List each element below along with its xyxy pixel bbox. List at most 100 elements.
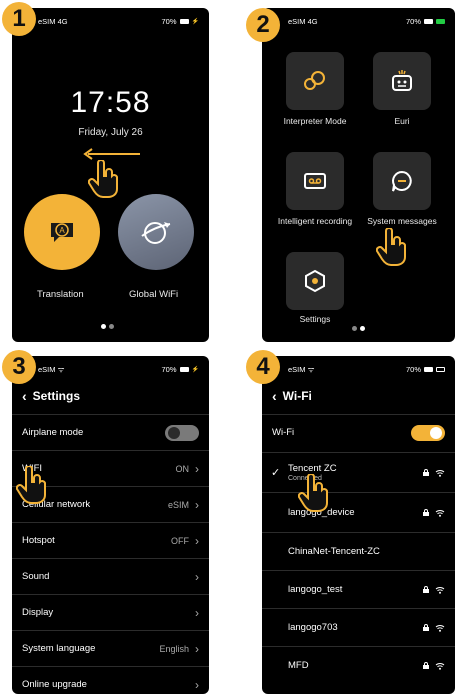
wifi-signal-icon <box>435 624 445 632</box>
pointing-hand-icon <box>16 466 46 504</box>
toggle-knob <box>430 426 442 439</box>
page-indicator <box>352 326 365 331</box>
chevron-right-icon: › <box>195 497 199 512</box>
intelligent-recording-app[interactable] <box>286 152 344 210</box>
network-name: langogo_test <box>288 584 343 595</box>
page-dot <box>109 324 114 329</box>
battery-icon <box>424 19 433 24</box>
settings-row-system-language[interactable]: System language English › <box>12 630 209 666</box>
wifi-network-row[interactable]: langogo_device <box>262 492 455 532</box>
app-label-euri: Euri <box>394 116 410 126</box>
settings-row-hotspot[interactable]: Hotspot OFF › <box>12 522 209 558</box>
chevron-right-icon: › <box>195 533 199 548</box>
wifi-header: ‹ Wi-Fi <box>272 388 312 404</box>
euri-app[interactable] <box>373 52 431 110</box>
settings-row-airplane-mode[interactable]: Airplane mode <box>12 414 209 450</box>
app-label-interpreter: Interpreter Mode <box>283 116 347 126</box>
swipe-left-arrow-icon <box>83 148 140 160</box>
page-indicator <box>101 324 114 329</box>
app-label-settings: Settings <box>299 314 331 324</box>
chevron-right-icon: › <box>195 605 199 620</box>
back-chevron-icon[interactable]: ‹ <box>22 388 27 404</box>
app-label-translation: Translation <box>37 289 84 300</box>
network-icons <box>423 509 445 517</box>
message-icon <box>392 170 412 192</box>
translation-app-button[interactable]: A <box>24 194 100 270</box>
lock-icon <box>423 469 429 476</box>
home-screen-panel: eSIM 4G 70% ⚡ 17:58 Friday, July 26 A Tr… <box>12 8 209 342</box>
interpreter-icon <box>304 71 325 90</box>
interpreter-mode-app[interactable] <box>286 52 344 110</box>
status-bar: eSIM ᯤ 70% <box>262 356 455 378</box>
battery-icon <box>424 367 433 372</box>
battery-percent: 70% <box>161 365 177 374</box>
row-label: Display <box>22 607 54 618</box>
network-name: langogo_device <box>288 507 355 518</box>
wifi-status-icon: ᯤ <box>57 365 65 374</box>
toggle-knob <box>168 426 180 439</box>
settings-row-sound[interactable]: Sound › <box>12 558 209 594</box>
status-bar: eSIM 4G 70% <box>262 8 455 30</box>
network-name: langogo703 <box>288 622 338 633</box>
battery-percent: 70% <box>161 17 177 26</box>
wifi-signal-icon <box>435 662 445 670</box>
network-status: eSIM ᯤ <box>288 365 314 375</box>
wifi-network-row[interactable]: ✓ Tencent ZC Connected <box>262 452 455 492</box>
global-wifi-app-button[interactable] <box>118 194 194 270</box>
step-number-1: 1 <box>2 2 36 36</box>
wifi-panel: eSIM ᯤ 70% ‹ Wi-Fi Wi-Fi ✓ Tencent ZC Co… <box>262 356 455 694</box>
row-label: Online upgrade <box>22 679 87 690</box>
wifi-toggle[interactable] <box>411 424 445 441</box>
wifi-signal-icon <box>435 586 445 594</box>
charging-battery-icon <box>436 19 445 24</box>
network-icons <box>423 662 445 670</box>
settings-row-display[interactable]: Display › <box>12 594 209 630</box>
step-number-2: 2 <box>246 8 280 42</box>
chevron-right-icon: › <box>195 569 199 584</box>
robot-icon <box>392 70 412 91</box>
checkmark-icon: ✓ <box>271 467 281 479</box>
chevron-right-icon: › <box>195 641 199 656</box>
lock-icon <box>423 662 429 669</box>
page-dot-active <box>101 324 106 329</box>
row-label: Sound <box>22 571 50 582</box>
settings-app[interactable] <box>286 252 344 310</box>
page-dot <box>352 326 357 331</box>
wifi-status-icon: ᯤ <box>307 365 315 374</box>
network-name: MFD <box>288 660 309 671</box>
network-status: eSIM ᯤ <box>38 365 64 375</box>
wifi-network-row[interactable]: langogo_test <box>262 570 455 608</box>
row-value: eSIM <box>167 499 189 510</box>
charging-icon: ⚡ <box>191 367 199 373</box>
row-label: System language <box>22 643 96 654</box>
airplane-mode-toggle[interactable] <box>165 424 199 441</box>
translation-bubble-icon: A <box>51 223 73 242</box>
wifi-network-row[interactable]: MFD <box>262 646 455 684</box>
row-label: Wi-Fi <box>272 427 295 438</box>
row-value: English <box>159 643 189 654</box>
network-label: eSIM <box>288 365 306 374</box>
lock-icon <box>423 509 429 516</box>
back-chevron-icon[interactable]: ‹ <box>272 388 277 404</box>
lock-icon <box>423 586 429 593</box>
pointing-hand-icon <box>298 474 328 512</box>
wifi-toggle-row[interactable]: Wi-Fi <box>262 414 455 450</box>
battery-icon <box>179 19 189 24</box>
row-label: Airplane mode <box>22 427 84 438</box>
wifi-signal-icon <box>435 469 445 477</box>
settings-header: ‹ Settings <box>22 388 80 404</box>
network-name: ChinaNet-Tencent-ZC <box>288 546 380 557</box>
network-name: Tencent ZC <box>288 463 337 474</box>
clock-time: 17:58 <box>70 86 151 119</box>
network-icons <box>423 624 445 632</box>
settings-panel: eSIM ᯤ 70% ⚡ ‹ Settings Airplane mode WI… <box>12 356 209 694</box>
wifi-network-row[interactable]: ChinaNet-Tencent-ZC <box>262 532 455 570</box>
system-messages-app[interactable] <box>373 152 431 210</box>
settings-row-online-upgrade[interactable]: Online upgrade › <box>12 666 209 694</box>
app-label-system-messages: System messages <box>367 216 437 226</box>
network-label: eSIM <box>38 365 56 374</box>
wifi-network-row[interactable]: langogo703 <box>262 608 455 646</box>
globe-plane-icon <box>141 222 171 244</box>
charging-icon: ⚡ <box>191 19 199 25</box>
wifi-signal-icon <box>435 509 445 517</box>
